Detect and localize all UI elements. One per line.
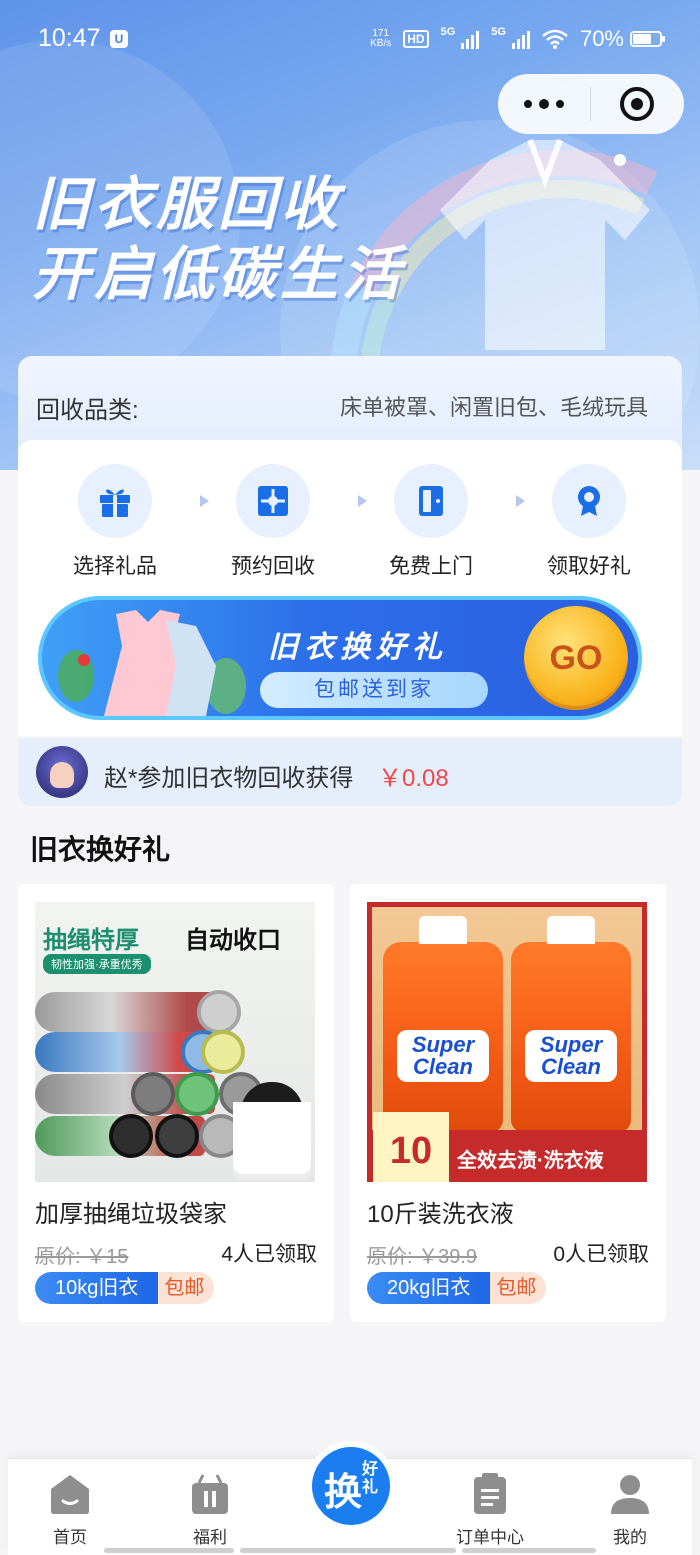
step-select-gift[interactable]: 选择礼品 xyxy=(60,464,170,580)
step-label: 领取好礼 xyxy=(547,555,631,578)
close-miniprogram-button[interactable] xyxy=(591,87,683,121)
bottom-tab-bar: 首页 福利 换 好礼 订单中心 我的 xyxy=(8,1441,692,1555)
step-arrow-icon xyxy=(358,495,367,507)
reward-ticker: 赵*参加旧衣物回收获得 ￥0.08 xyxy=(18,738,682,806)
banner-pill: 包邮送到家 xyxy=(260,672,488,708)
battery-percent: 70% xyxy=(579,26,624,51)
tab-mine[interactable]: 我的 xyxy=(590,1471,670,1548)
clipboard-icon xyxy=(474,1473,506,1514)
banner-title: 旧衣换好礼 xyxy=(268,631,448,664)
wifi-icon xyxy=(542,29,568,49)
claimed-count: 0人已领取 xyxy=(553,1243,649,1266)
calendar-icon xyxy=(258,486,288,516)
step-label: 选择礼品 xyxy=(73,555,157,578)
network-type-1: 5G xyxy=(440,26,456,38)
ticker-amount: ￥0.08 xyxy=(378,765,449,792)
home-indicator xyxy=(462,1548,596,1553)
requirement-weight: 20kg旧衣 xyxy=(367,1272,491,1304)
original-price: 原价: ￥39.9 xyxy=(367,1246,478,1268)
step-label: 免费上门 xyxy=(389,555,473,578)
status-time: 10:47 xyxy=(38,24,101,52)
step-claim-gift[interactable]: 领取好礼 xyxy=(534,464,644,580)
free-shipping-badge: 包邮 xyxy=(490,1272,547,1304)
requirement-weight: 10kg旧衣 xyxy=(35,1272,159,1304)
status-bar: 10:47 U 171 KB/s HD 5G 5G 70% xyxy=(0,0,700,80)
categories-label: 回收品类: xyxy=(36,397,139,424)
product-image: 抽绳特厚 自动收口 韧性加强·承重优秀 xyxy=(35,902,315,1182)
shirt-illustration xyxy=(440,138,650,350)
hero-headline: 旧衣服回收 开启低碳生活 xyxy=(32,170,404,310)
door-icon xyxy=(419,486,443,516)
tab-exchange-gift[interactable]: 换 好礼 xyxy=(306,1441,396,1531)
home-indicator xyxy=(104,1548,234,1553)
section-title: 旧衣换好礼 xyxy=(30,834,171,865)
network-type-2: 5G xyxy=(491,26,506,38)
exchange-gift-banner[interactable]: 旧衣换好礼 包邮送到家 GO xyxy=(38,596,642,720)
user-icon xyxy=(611,1475,649,1514)
image-headline-a: 抽绳特厚 xyxy=(43,927,139,954)
tab-label: 我的 xyxy=(613,1528,647,1547)
step-free-doorstep[interactable]: 免费上门 xyxy=(376,464,486,580)
step-book-pickup[interactable]: 预约回收 xyxy=(218,464,328,580)
go-button[interactable]: GO xyxy=(524,606,628,710)
step-arrow-icon xyxy=(200,495,209,507)
signal-icon-2 xyxy=(511,29,530,49)
app-notification-icon: U xyxy=(110,30,128,48)
center-tab-main: 换 xyxy=(324,1472,363,1514)
product-image: Super Clean Super Clean 10斤 全效去渍·洗衣液 xyxy=(367,902,647,1182)
tab-welfare[interactable]: 福利 xyxy=(170,1471,250,1548)
network-speed-unit: KB/s xyxy=(370,38,392,49)
bottle-brand-label: Super Clean xyxy=(525,1030,617,1082)
center-tab-sub: 好礼 xyxy=(362,1461,379,1496)
hd-icon: HD xyxy=(403,30,429,48)
image-weight: 10斤 xyxy=(373,1112,449,1182)
step-label: 预约回收 xyxy=(231,555,315,578)
image-headline-b: 自动收口 xyxy=(185,927,281,954)
network-speed: 171 KB/s xyxy=(370,29,391,49)
tab-label: 福利 xyxy=(193,1528,227,1547)
product-card[interactable]: Super Clean Super Clean 10斤 全效去渍·洗衣液 10斤… xyxy=(350,884,666,1322)
ticker-text: 赵*参加旧衣物回收获得 xyxy=(104,765,354,792)
clothes-illustration xyxy=(58,610,246,716)
product-card[interactable]: 抽绳特厚 自动收口 韧性加强·承重优秀 加厚抽绳垃圾袋家 原价: ￥15 4人已… xyxy=(18,884,334,1322)
avatar xyxy=(36,746,88,798)
home-indicator xyxy=(240,1548,456,1553)
step-arrow-icon xyxy=(516,495,525,507)
process-steps: 选择礼品 预约回收 免费上门 领取好礼 xyxy=(48,464,652,584)
target-icon xyxy=(620,87,654,121)
tab-orders[interactable]: 订单中心 xyxy=(450,1471,530,1548)
home-icon xyxy=(51,1475,89,1514)
image-band-text: 全效去渍·洗衣液 xyxy=(457,1150,604,1172)
free-shipping-badge: 包邮 xyxy=(158,1272,215,1304)
battery-icon xyxy=(630,31,665,47)
miniprogram-capsule xyxy=(498,74,684,134)
original-price: 原价: ￥15 xyxy=(35,1246,129,1268)
welfare-icon xyxy=(192,1474,228,1514)
bottle-brand-label: Super Clean xyxy=(397,1030,489,1082)
tab-label: 订单中心 xyxy=(456,1528,524,1547)
hero-headline-line1: 旧衣服回收 xyxy=(32,172,343,237)
hero-headline-line2: 开启低碳生活 xyxy=(32,242,405,307)
claimed-count: 4人已领取 xyxy=(221,1243,317,1266)
product-name: 加厚抽绳垃圾袋家 xyxy=(35,1201,227,1228)
requirement-tag: 10kg旧衣 包邮 xyxy=(35,1272,215,1304)
more-menu-button[interactable] xyxy=(498,98,590,109)
tab-home[interactable]: 首页 xyxy=(30,1471,110,1548)
gift-icon xyxy=(100,489,130,517)
requirement-tag: 20kg旧衣 包邮 xyxy=(367,1272,547,1304)
signal-icon xyxy=(461,29,480,49)
image-subline: 韧性加强·承重优秀 xyxy=(43,954,151,974)
battery-indicator: 70% xyxy=(579,26,665,52)
categories-list: 床单被罩、闲置旧包、毛绒玩具 xyxy=(340,395,649,420)
product-name: 10斤装洗衣液 xyxy=(367,1201,514,1228)
medal-icon xyxy=(578,486,600,516)
tab-label: 首页 xyxy=(53,1528,87,1547)
